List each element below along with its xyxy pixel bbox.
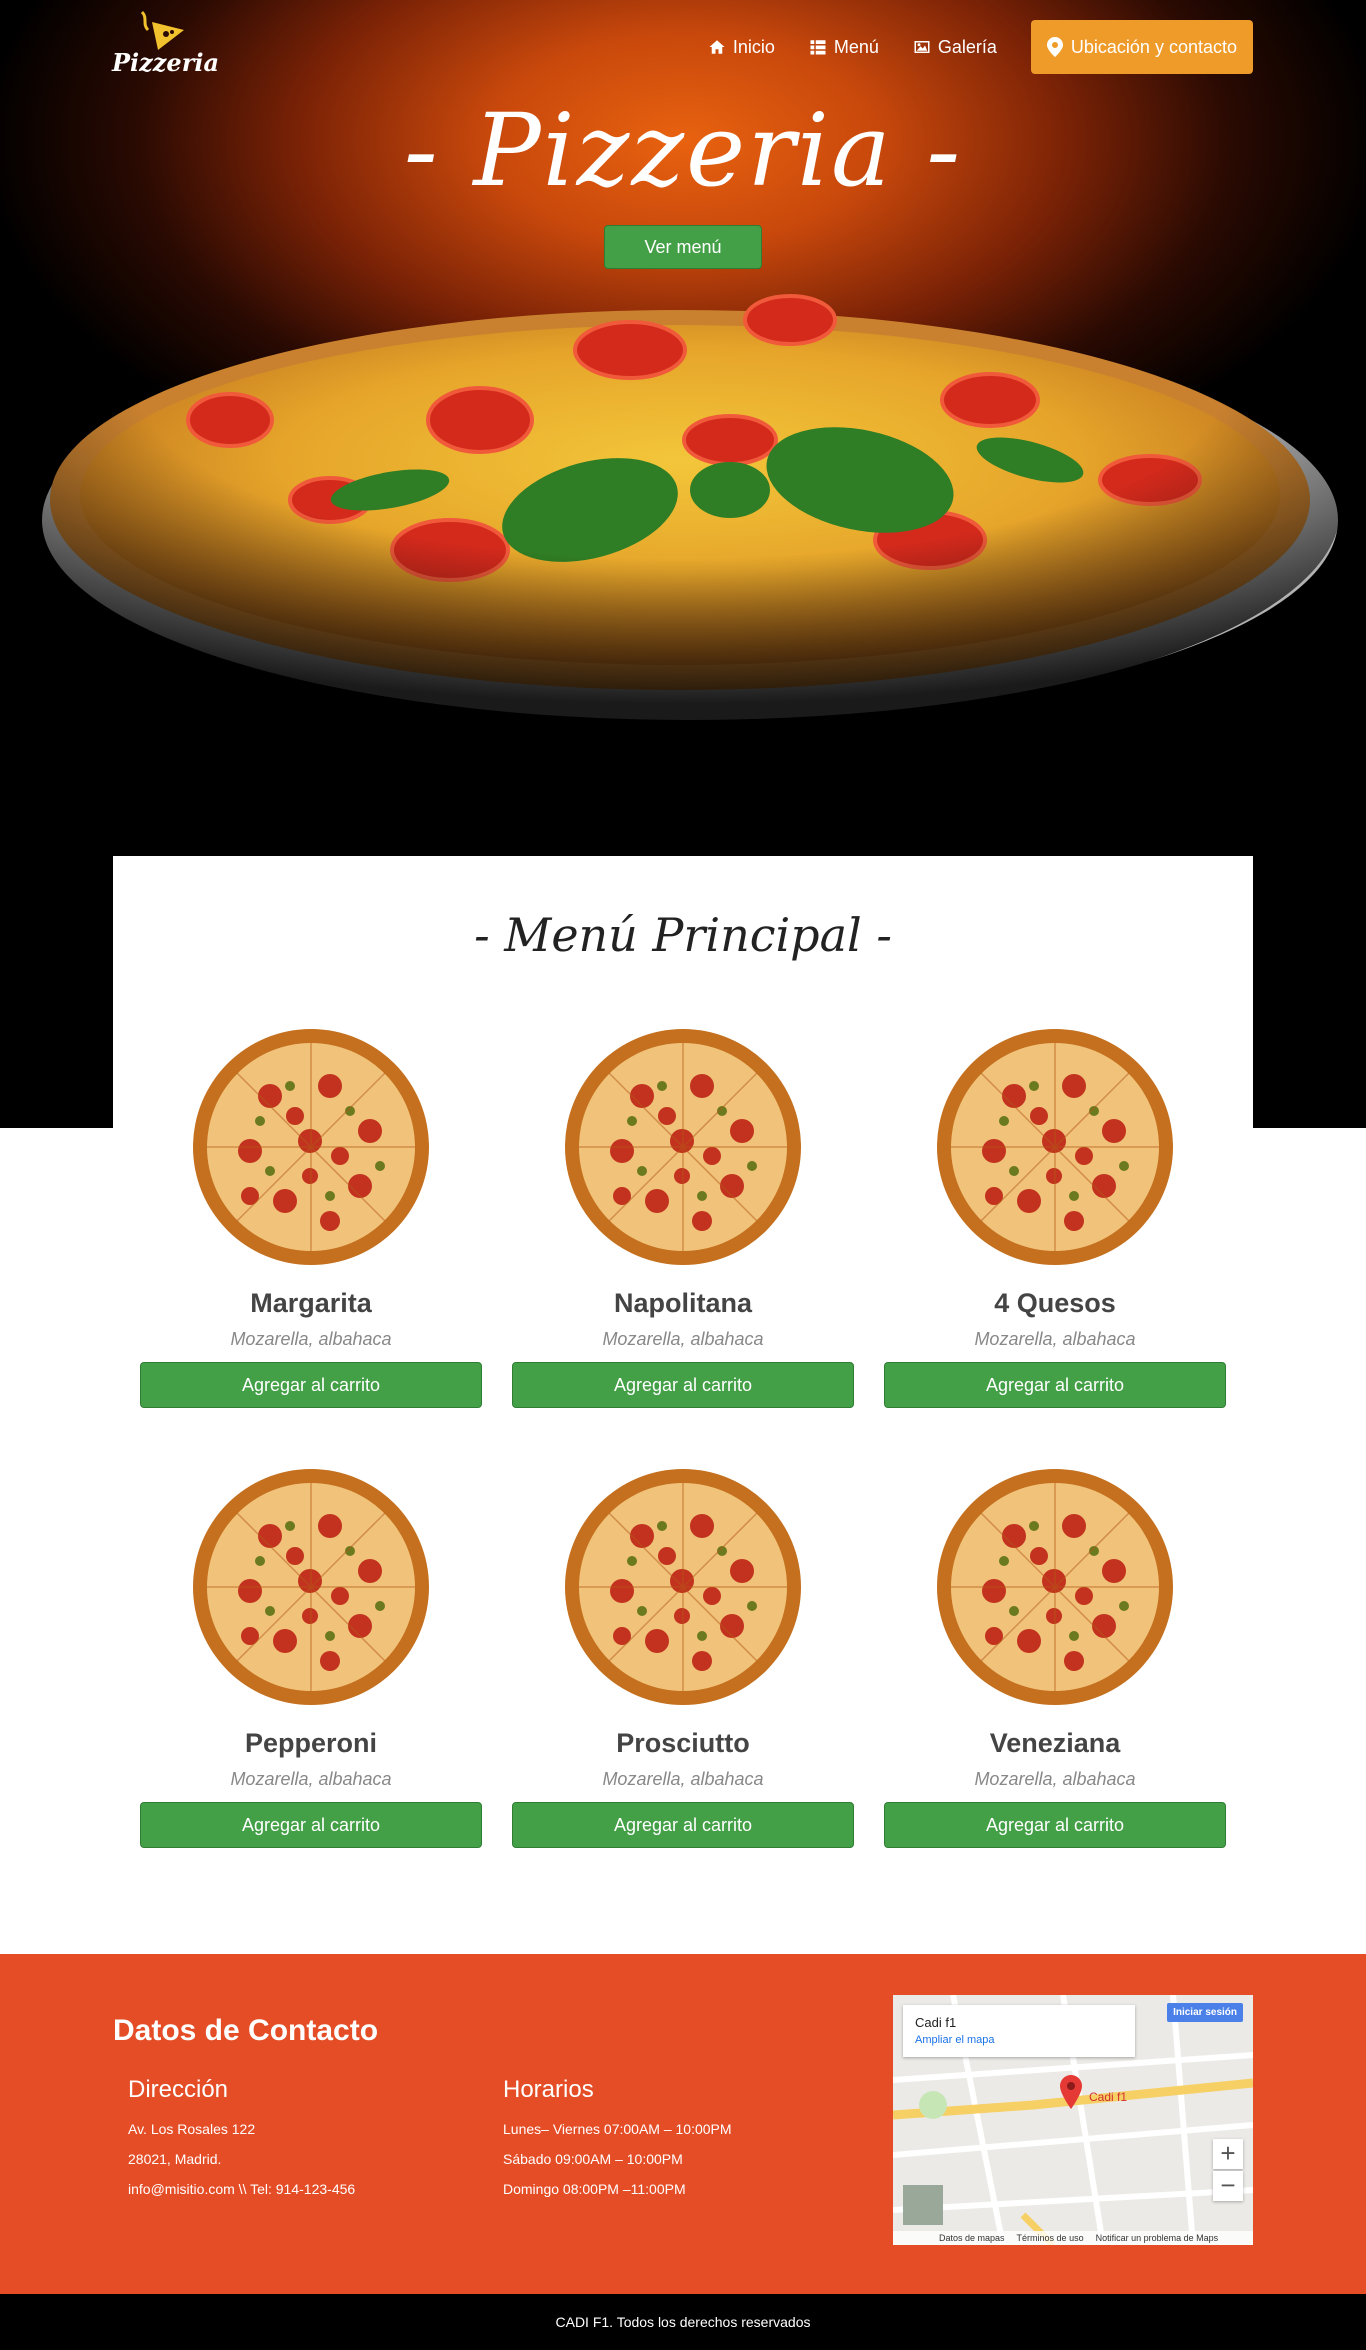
map-footer-link[interactable]: Notificar un problema de Maps: [1096, 2233, 1219, 2243]
menu-section: - Menú Principal - Margarita Mozarella, …: [113, 856, 1253, 1906]
nav-item-galeria[interactable]: Galería: [913, 37, 997, 58]
pizza-image: [190, 1026, 432, 1268]
add-to-cart-button[interactable]: Agregar al carrito: [140, 1362, 482, 1408]
hours-heading: Horarios: [503, 2076, 594, 2103]
nav-label: Galería: [937, 36, 997, 57]
zoom-in-button[interactable]: +: [1213, 2139, 1243, 2169]
nav-label: Menú: [833, 36, 879, 57]
hours-line: Sábado 09:00AM – 10:00PM: [503, 2151, 683, 2167]
map-marker-icon: [1046, 37, 1063, 57]
menu-item: Veneziana Mozarella, albahaca Agregar al…: [884, 1466, 1226, 1848]
add-to-cart-button[interactable]: Agregar al carrito: [512, 1802, 854, 1848]
logo[interactable]: Pizzeria: [112, 8, 220, 80]
menu-item: Napolitana Mozarella, albahaca Agregar a…: [512, 1026, 854, 1408]
view-menu-button[interactable]: Ver menú: [604, 225, 762, 269]
home-icon: [709, 40, 725, 54]
item-name: Veneziana: [989, 1728, 1121, 1758]
map-footer-link[interactable]: Términos de uso: [1017, 2233, 1084, 2243]
item-name: Napolitana: [613, 1288, 753, 1318]
contact-cta-button[interactable]: Ubicación y contacto: [1030, 20, 1253, 74]
pizza-image: [562, 1466, 804, 1708]
zoom-out-button[interactable]: −: [1213, 2171, 1243, 2201]
cta-label: Ubicación y contacto: [1070, 36, 1237, 57]
hours-column: Horarios Lunes– Viernes 07:00AM – 10:00P…: [503, 2076, 732, 2204]
item-description: Mozarella, albahaca: [602, 1769, 764, 1789]
menu-item: Prosciutto Mozarella, albahaca Agregar a…: [512, 1466, 854, 1848]
contact-section: Datos de Contacto Dirección Av. Los Rosa…: [0, 1954, 1366, 2294]
map-pin-icon: [1060, 2075, 1082, 2109]
item-description: Mozarella, albahaca: [230, 1769, 392, 1789]
main-nav: Inicio Menú Galería Ubicación y contacto: [708, 20, 1253, 74]
pizza-image: [934, 1026, 1176, 1268]
contact-title: Datos de Contacto: [113, 2014, 379, 2047]
nav-label: Inicio: [732, 36, 775, 57]
address-heading: Dirección: [128, 2076, 229, 2103]
pizza-image: [190, 1466, 432, 1708]
item-description: Mozarella, albahaca: [230, 1329, 392, 1349]
pizza-image: [562, 1026, 804, 1268]
menu-grid: Margarita Mozarella, albahaca Agregar al…: [140, 1026, 1226, 1848]
address-line: 28021, Madrid.: [128, 2151, 222, 2167]
hero-pizza-image: [30, 294, 1340, 720]
add-to-cart-button[interactable]: Agregar al carrito: [884, 1802, 1226, 1848]
menu-item: Margarita Mozarella, albahaca Agregar al…: [140, 1026, 482, 1408]
add-to-cart-button[interactable]: Agregar al carrito: [512, 1362, 854, 1408]
map-enlarge-link[interactable]: Ampliar el mapa: [915, 2034, 994, 2046]
map-place-card: Cadi f1 Ampliar el mapa: [903, 2005, 1135, 2057]
address-line: info@misitio.com \\ Tel: 914-123-456: [128, 2181, 356, 2197]
add-to-cart-button[interactable]: Agregar al carrito: [884, 1362, 1226, 1408]
list-icon: [810, 40, 826, 55]
embedded-map[interactable]: Cadi f1 Ampliar el mapa Iniciar sesión C…: [893, 1995, 1253, 2245]
image-icon: [914, 41, 930, 53]
nav-item-menu[interactable]: Menú: [809, 37, 879, 58]
menu-item: 4 Quesos Mozarella, albahaca Agregar al …: [884, 1026, 1226, 1408]
menu-title: - Menú Principal -: [474, 908, 892, 962]
map-pin-label: Cadi f1: [1089, 2090, 1128, 2104]
map-footer-link[interactable]: Datos de mapas: [939, 2233, 1005, 2243]
map-signin-button[interactable]: Iniciar sesión: [1167, 2003, 1243, 2022]
item-name: 4 Quesos: [994, 1288, 1116, 1318]
item-description: Mozarella, albahaca: [602, 1329, 764, 1349]
hours-line: Domingo 08:00PM –11:00PM: [503, 2181, 686, 2197]
item-name: Pepperoni: [244, 1728, 378, 1758]
map-place-name: Cadi f1: [915, 2015, 957, 2030]
page-footer: CADI F1. Todos los derechos reservados: [0, 2294, 1366, 2350]
hero-title: - Pizzeria -: [403, 92, 963, 209]
map-footer: Datos de mapas Términos de uso Notificar…: [893, 2231, 1253, 2245]
pizza-image: [934, 1466, 1176, 1708]
item-description: Mozarella, albahaca: [974, 1769, 1136, 1789]
hours-line: Lunes– Viernes 07:00AM – 10:00PM: [503, 2121, 732, 2137]
address-column: Dirección Av. Los Rosales 122 28021, Mad…: [128, 2076, 355, 2204]
menu-item: Pepperoni Mozarella, albahaca Agregar al…: [140, 1466, 482, 1848]
item-name: Margarita: [250, 1288, 372, 1318]
add-to-cart-button[interactable]: Agregar al carrito: [140, 1802, 482, 1848]
nav-item-inicio[interactable]: Inicio: [708, 37, 775, 58]
item-description: Mozarella, albahaca: [974, 1329, 1136, 1349]
address-line: Av. Los Rosales 122: [128, 2121, 256, 2137]
logo-text: Pizzeria: [112, 48, 220, 77]
item-name: Prosciutto: [616, 1728, 750, 1758]
pizza-slice-icon: [140, 10, 184, 50]
